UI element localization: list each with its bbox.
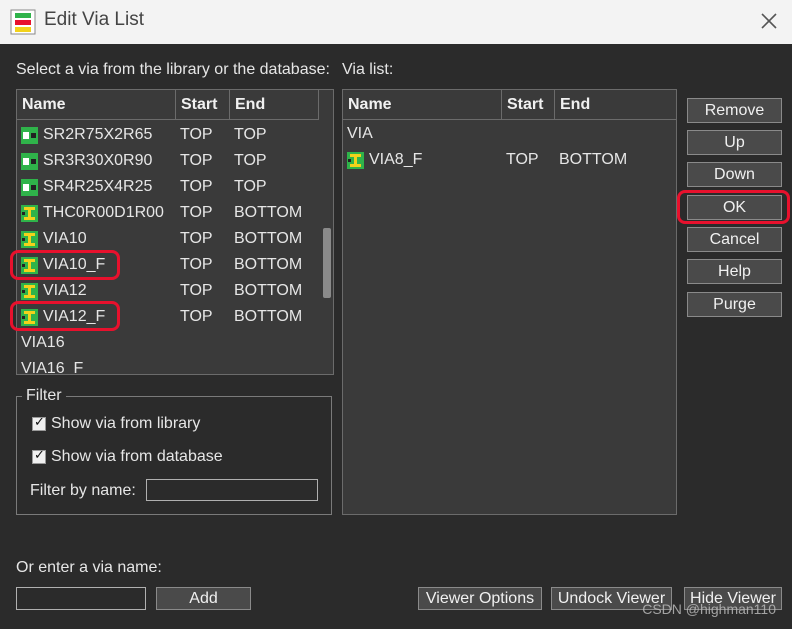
library-cell-name: VIA12: [43, 282, 87, 299]
smd-pad-icon: [21, 127, 38, 144]
close-icon[interactable]: [756, 8, 782, 34]
library-cell-name: VIA12_F: [43, 308, 106, 325]
library-cell-end: TOP: [234, 178, 267, 195]
library-row[interactable]: SR3R30X0R90 TOP TOP: [17, 148, 333, 174]
library-cell-start: TOP: [180, 282, 213, 299]
via-cell-end: BOTTOM: [559, 151, 628, 168]
library-cell-start: TOP: [180, 256, 213, 273]
show-library-checkbox[interactable]: [32, 415, 46, 431]
via-cell-start: TOP: [506, 151, 539, 168]
enter-via-label: Or enter a via name:: [16, 559, 162, 576]
remove-button[interactable]: Remove: [687, 98, 782, 123]
library-cell-start: TOP: [180, 230, 213, 247]
library-cell-end: BOTTOM: [234, 230, 303, 247]
via-column-header-end[interactable]: End: [555, 90, 676, 120]
library-row[interactable]: VIA10_F TOP BOTTOM: [17, 252, 333, 278]
via-icon: [21, 309, 38, 326]
library-cell-end: TOP: [234, 126, 267, 143]
library-cell-end: BOTTOM: [234, 308, 303, 325]
library-cell-start: TOP: [180, 204, 213, 221]
library-cell-start: TOP: [180, 178, 213, 195]
watermark: CSDN @highman110: [642, 601, 776, 617]
library-cell-name: VIA10: [43, 230, 87, 247]
library-cell-start: TOP: [180, 126, 213, 143]
via-icon: [347, 152, 364, 169]
library-cell-end: TOP: [234, 152, 267, 169]
filter-legend: Filter: [22, 387, 66, 405]
library-cell-name: VIA16_F: [21, 360, 84, 375]
show-library-label[interactable]: Show via from library: [51, 415, 200, 433]
show-database-label[interactable]: Show via from database: [51, 448, 223, 466]
down-button[interactable]: Down: [687, 162, 782, 187]
via-icon: [21, 283, 38, 300]
via-column-header-start[interactable]: Start: [502, 90, 555, 120]
library-cell-name: THC0R00D1R00: [43, 204, 164, 221]
title-bar: Edit Via List: [0, 0, 792, 44]
column-header-name[interactable]: Name: [17, 90, 176, 120]
library-cell-end: BOTTOM: [234, 204, 303, 221]
via-icon: [21, 231, 38, 248]
library-cell-start: TOP: [180, 308, 213, 325]
viewer-options-button[interactable]: Viewer Options: [418, 587, 542, 610]
via-list-header: Name Start End: [343, 90, 676, 120]
add-button[interactable]: Add: [156, 587, 251, 610]
cancel-button[interactable]: Cancel: [687, 227, 782, 252]
via-group-row[interactable]: VIA: [343, 121, 676, 147]
filter-by-name-label: Filter by name:: [30, 482, 136, 499]
library-cell-name: VIA10_F: [43, 256, 106, 273]
library-via-list[interactable]: Name Start End SR2R75X2R65 TOP TOP SR3R30X0…: [16, 89, 334, 375]
app-icon: [10, 9, 36, 35]
library-cell-name: VIA16: [21, 334, 65, 351]
show-database-checkbox[interactable]: [32, 448, 46, 464]
filter-by-name-input[interactable]: [146, 479, 318, 501]
via-name-input[interactable]: [16, 587, 146, 610]
library-row[interactable]: VIA16_F: [17, 356, 333, 375]
via-icon: [21, 257, 38, 274]
library-cell-end: BOTTOM: [234, 282, 303, 299]
column-header-start[interactable]: Start: [176, 90, 230, 120]
via-column-header-name[interactable]: Name: [343, 90, 502, 120]
ok-button[interactable]: OK: [687, 195, 782, 220]
help-button[interactable]: Help: [687, 259, 782, 284]
smd-pad-icon: [21, 179, 38, 196]
library-row[interactable]: THC0R00D1R00 TOP BOTTOM: [17, 200, 333, 226]
library-scrollbar[interactable]: [320, 90, 333, 374]
via-row[interactable]: VIA8_F TOP BOTTOM: [343, 147, 676, 173]
library-row[interactable]: VIA12 TOP BOTTOM: [17, 278, 333, 304]
library-list-header: Name Start End: [17, 90, 319, 120]
smd-pad-icon: [21, 153, 38, 170]
via-group-label: VIA: [347, 125, 373, 142]
library-prompt-label: Select a via from the library or the dat…: [16, 61, 330, 78]
library-row[interactable]: VIA12_F TOP BOTTOM: [17, 304, 333, 330]
library-row[interactable]: SR2R75X2R65 TOP TOP: [17, 122, 333, 148]
library-scrollbar-thumb[interactable]: [323, 228, 331, 298]
up-button[interactable]: Up: [687, 130, 782, 155]
library-cell-end: BOTTOM: [234, 256, 303, 273]
library-cell-name: SR3R30X0R90: [43, 152, 153, 169]
via-cell-name: VIA8_F: [369, 151, 423, 168]
window-title: Edit Via List: [44, 9, 144, 30]
library-cell-start: TOP: [180, 152, 213, 169]
column-header-end[interactable]: End: [230, 90, 319, 120]
via-icon: [21, 205, 38, 222]
via-list-label: Via list:: [342, 61, 394, 78]
selected-via-list[interactable]: Name Start End VIA VIA8_F TOP BOTTOM: [342, 89, 677, 515]
library-row[interactable]: SR4R25X4R25 TOP TOP: [17, 174, 333, 200]
library-row[interactable]: VIA10 TOP BOTTOM: [17, 226, 333, 252]
library-cell-name: SR4R25X4R25: [43, 178, 153, 195]
library-row[interactable]: VIA16: [17, 330, 333, 356]
library-cell-name: SR2R75X2R65: [43, 126, 153, 143]
purge-button[interactable]: Purge: [687, 292, 782, 317]
